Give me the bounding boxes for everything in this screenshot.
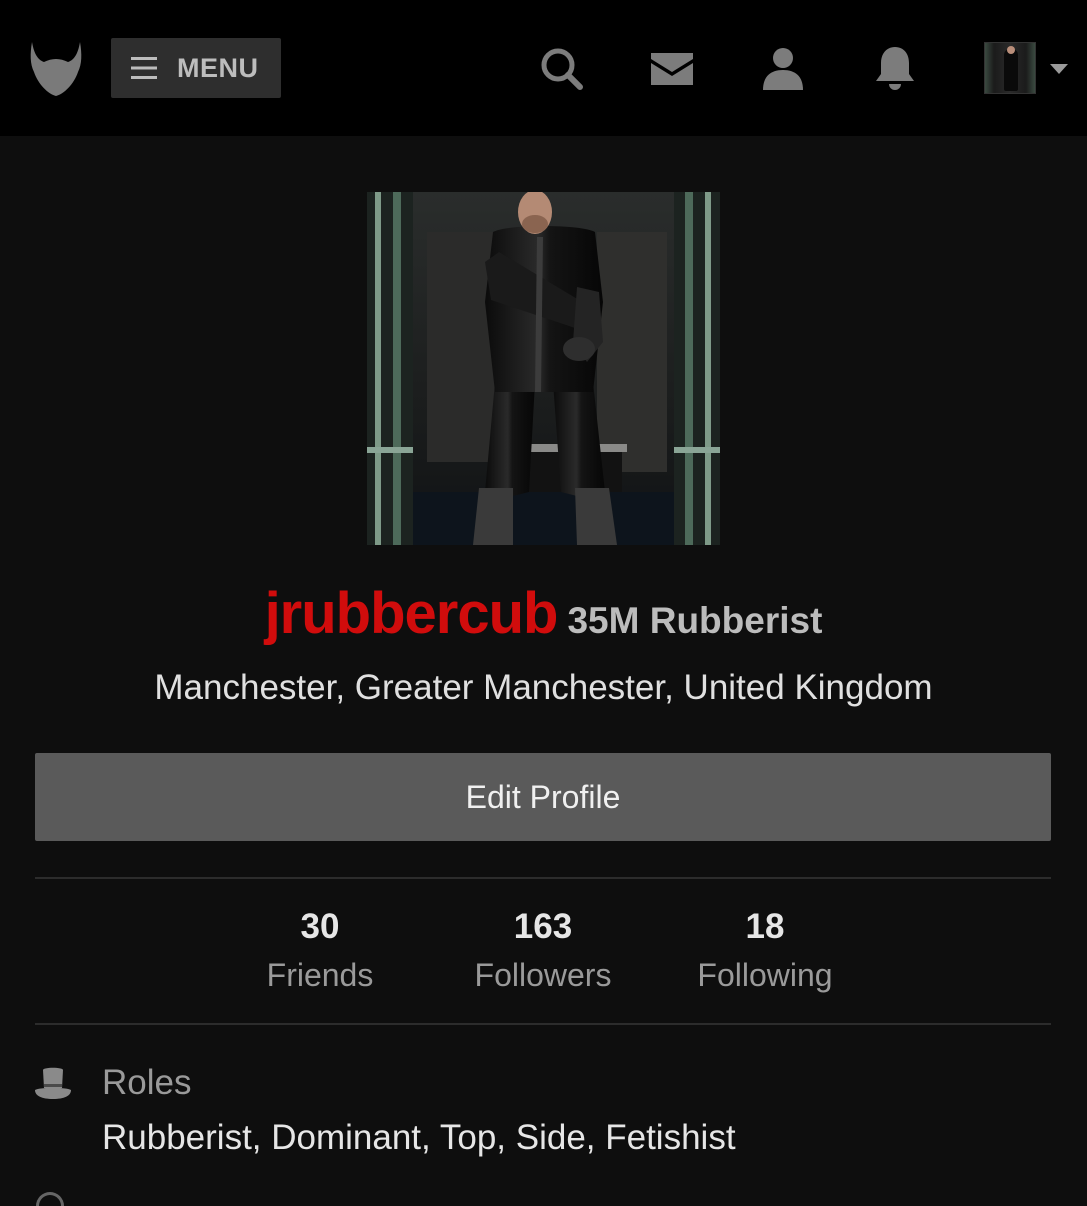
top-nav-bar: MENU <box>0 0 1087 136</box>
menu-button[interactable]: MENU <box>111 38 281 98</box>
search-icon[interactable] <box>537 44 585 92</box>
stat-friends[interactable]: 30 Friends <box>220 905 420 1001</box>
edit-profile-button[interactable]: Edit Profile <box>35 753 1051 841</box>
caret-down-icon <box>1050 64 1068 74</box>
stat-value: 163 <box>513 907 573 946</box>
divider <box>35 1023 1051 1025</box>
account-menu[interactable] <box>984 42 1074 94</box>
roles-value: Rubberist, Dominant, Top, Side, Fetishis… <box>102 1118 736 1157</box>
hamburger-icon <box>131 57 157 79</box>
avatar <box>984 42 1036 94</box>
age-gender-role: 35M Rubberist <box>567 600 823 641</box>
devil-head-logo-icon[interactable] <box>30 40 82 96</box>
profile-photo[interactable] <box>367 192 720 545</box>
stat-value: 30 <box>300 907 340 946</box>
profile-name-line: jrubbercub 35M Rubberist <box>0 580 1087 647</box>
username[interactable]: jrubbercub <box>265 581 559 646</box>
user-icon[interactable] <box>759 44 807 92</box>
roles-heading: Roles <box>102 1063 192 1102</box>
stat-followers[interactable]: 163 Followers <box>443 905 643 1001</box>
top-hat-icon <box>34 1066 72 1102</box>
menu-label: MENU <box>177 52 259 83</box>
location: Manchester, Greater Manchester, United K… <box>154 668 933 707</box>
mail-icon[interactable] <box>648 44 696 92</box>
stat-label: Following <box>697 957 833 993</box>
stat-value: 18 <box>745 907 785 946</box>
divider <box>35 877 1051 879</box>
bell-icon[interactable] <box>871 44 919 92</box>
stat-label: Followers <box>474 957 612 993</box>
stat-label: Friends <box>266 957 374 993</box>
section-icon <box>36 1192 64 1206</box>
stat-following[interactable]: 18 Following <box>665 905 865 1001</box>
